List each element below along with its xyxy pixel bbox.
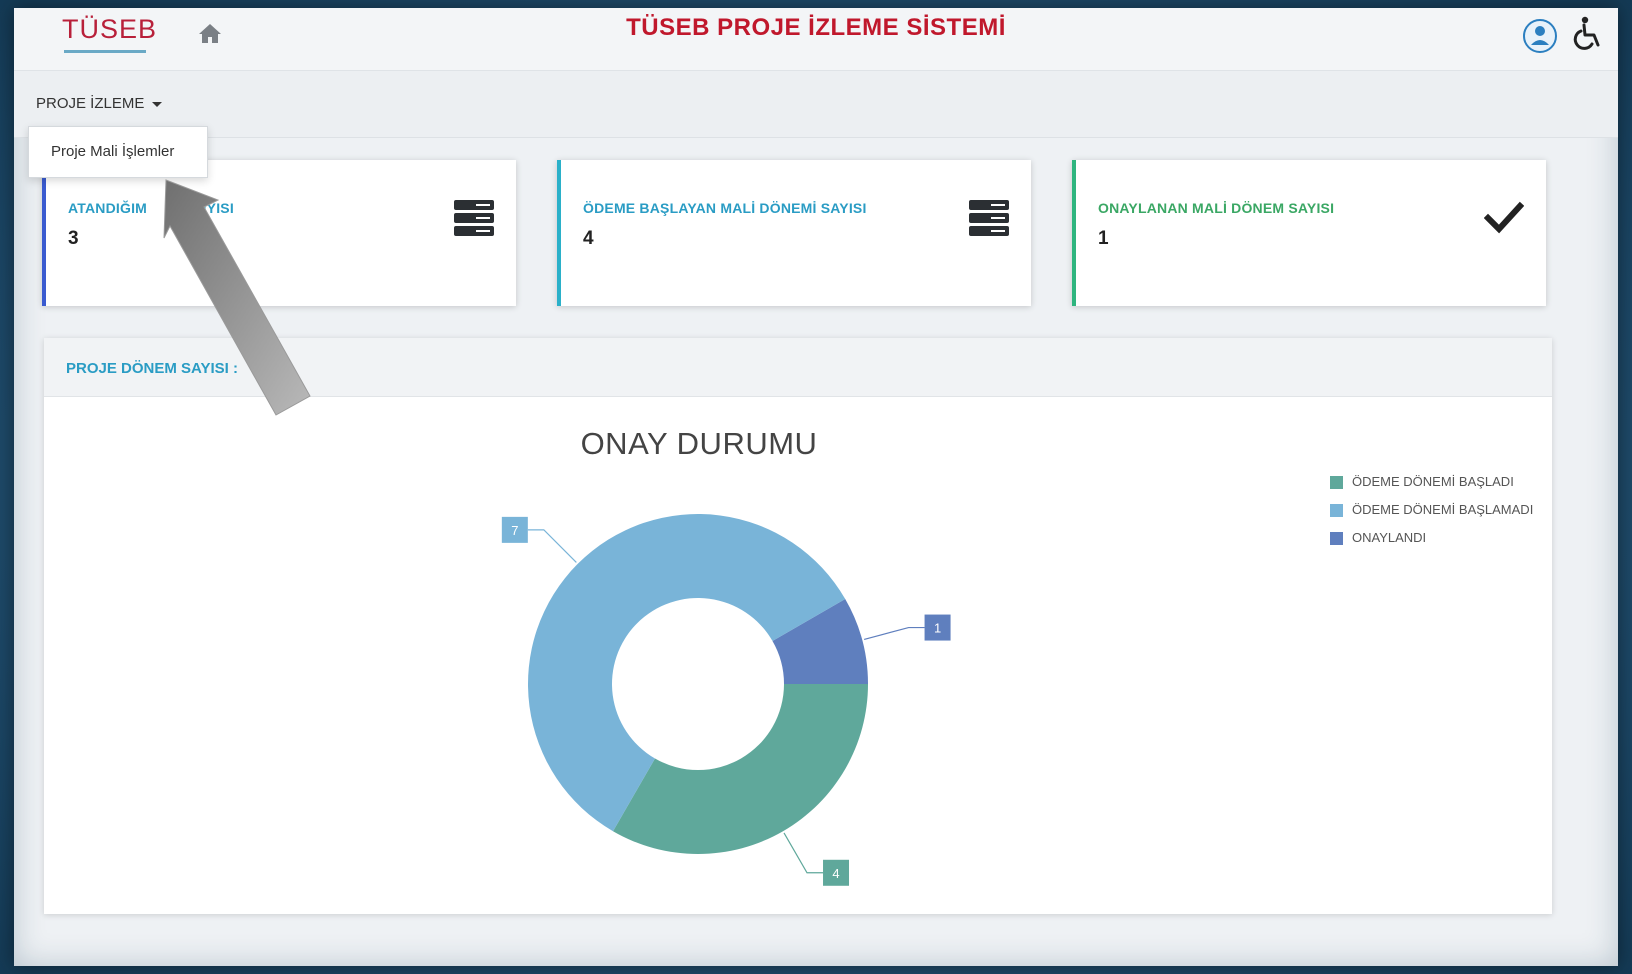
proje-izleme-dropdown: Proje Mali İşlemler [28, 126, 208, 178]
data-label: 7 [511, 523, 518, 538]
card-label: ONAYLANAN MALİ DÖNEM SAYISI [1098, 200, 1335, 216]
data-label-connector [783, 832, 824, 874]
card-onaylanan: ONAYLANAN MALİ DÖNEM SAYISI 1 [1072, 160, 1546, 306]
card-value: 3 [68, 228, 79, 249]
data-label: 1 [934, 621, 941, 636]
logo-underline [64, 50, 146, 53]
legend-swatch [1330, 532, 1343, 545]
server-stack-icon [969, 200, 1009, 236]
data-label-connector [863, 626, 925, 641]
app-window: TÜSEB TÜSEB PROJE İZLEME SİSTEMİ PROJE İ… [14, 8, 1618, 966]
card-value: 4 [583, 228, 594, 249]
caret-down-icon [152, 101, 163, 107]
legend-label: ÖDEME DÖNEMİ BAŞLADI [1352, 474, 1514, 489]
legend-label: ONAYLANDI [1352, 530, 1427, 545]
proje-izleme-menu[interactable]: PROJE İZLEME [36, 95, 163, 112]
card-atandigim: ATANDIĞIM SIYISI 3 [42, 160, 516, 306]
menu-item-proje-mali-islemler[interactable]: Proje Mali İşlemler [51, 143, 174, 160]
panel-header: PROJE DÖNEM SAYISI : [44, 338, 1552, 397]
top-bar: TÜSEB TÜSEB PROJE İZLEME SİSTEMİ [14, 8, 1618, 71]
card-accent-bar [42, 160, 46, 306]
navbar: PROJE İZLEME [14, 71, 1618, 138]
proje-izleme-label: PROJE İZLEME [36, 95, 145, 112]
legend-swatch [1330, 476, 1343, 489]
server-stack-icon [454, 200, 494, 236]
donut-chart: 1 4 7 [501, 514, 951, 886]
card-label-start: ATANDIĞIM [68, 200, 148, 216]
card-accent-bar [1072, 160, 1076, 306]
chart-panel: PROJE DÖNEM SAYISI : ONAY DURUMU 147 ÖDE… [44, 338, 1552, 914]
card-label-end: SIYISI [193, 200, 234, 216]
card-value: 1 [1098, 228, 1109, 249]
data-label: 4 [832, 866, 839, 881]
donut-slice[interactable] [613, 683, 869, 854]
legend-label: ÖDEME DÖNEMİ BAŞLAMADI [1352, 502, 1534, 517]
card-accent-bar [557, 160, 561, 306]
card-label: ÖDEME BAŞLAYAN MALİ DÖNEMİ SAYISI [583, 200, 867, 216]
card-label: ATANDIĞIM SIYISI [68, 200, 234, 216]
data-label-connector [527, 529, 577, 563]
checkmark-icon [1484, 201, 1524, 234]
card-odeme-baslayan: ÖDEME BAŞLAYAN MALİ DÖNEMİ SAYISI 4 [557, 160, 1031, 306]
accessibility-icon[interactable] [1572, 16, 1604, 52]
user-account-icon[interactable] [1522, 18, 1558, 54]
panel-title: PROJE DÖNEM SAYISI : [66, 360, 238, 377]
legend-swatch [1330, 504, 1343, 517]
app-title: TÜSEB PROJE İZLEME SİSTEMİ [626, 14, 1006, 41]
